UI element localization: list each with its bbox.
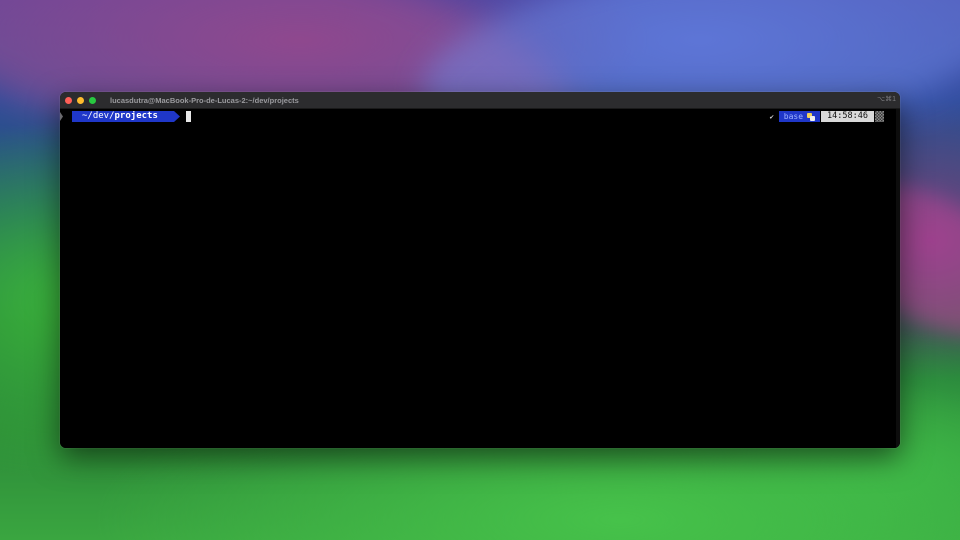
- python-icon: [807, 112, 816, 121]
- close-icon[interactable]: [65, 96, 72, 104]
- prompt-line: ~/dev/projects ✔ base 14:58:46: [60, 111, 900, 123]
- path-current-dir: projects: [114, 111, 158, 121]
- window-controls: [65, 96, 96, 104]
- minimize-icon[interactable]: [77, 96, 84, 104]
- text-cursor[interactable]: [186, 111, 191, 122]
- window-title: lucasdutra@MacBook-Pro-de-Lucas-2:~/dev/…: [110, 95, 299, 105]
- terminal-content[interactable]: ~/dev/projects ✔ base 14:58:46: [60, 109, 900, 448]
- env-segment: base: [778, 111, 821, 122]
- env-name: base: [783, 112, 804, 121]
- terminal-window[interactable]: lucasdutra@MacBook-Pro-de-Lucas-2:~/dev/…: [60, 92, 900, 448]
- prompt-path-segment: ~/dev/projects: [72, 111, 174, 122]
- title-bar[interactable]: lucasdutra@MacBook-Pro-de-Lucas-2:~/dev/…: [60, 92, 900, 109]
- maximize-icon[interactable]: [89, 96, 96, 104]
- prompt-right-segments: ✔ base 14:58:46: [770, 111, 884, 122]
- status-check-icon: ✔: [769, 112, 774, 121]
- segment-end-icon: [875, 111, 884, 122]
- time-segment: 14:58:46: [821, 111, 874, 122]
- scrollbar[interactable]: [896, 109, 900, 448]
- path-prefix: ~/dev/: [82, 111, 115, 121]
- prompt-start-icon: [60, 112, 63, 121]
- window-shortcut: ⌥⌘1: [877, 96, 896, 103]
- segment-arrow-icon: [174, 111, 180, 122]
